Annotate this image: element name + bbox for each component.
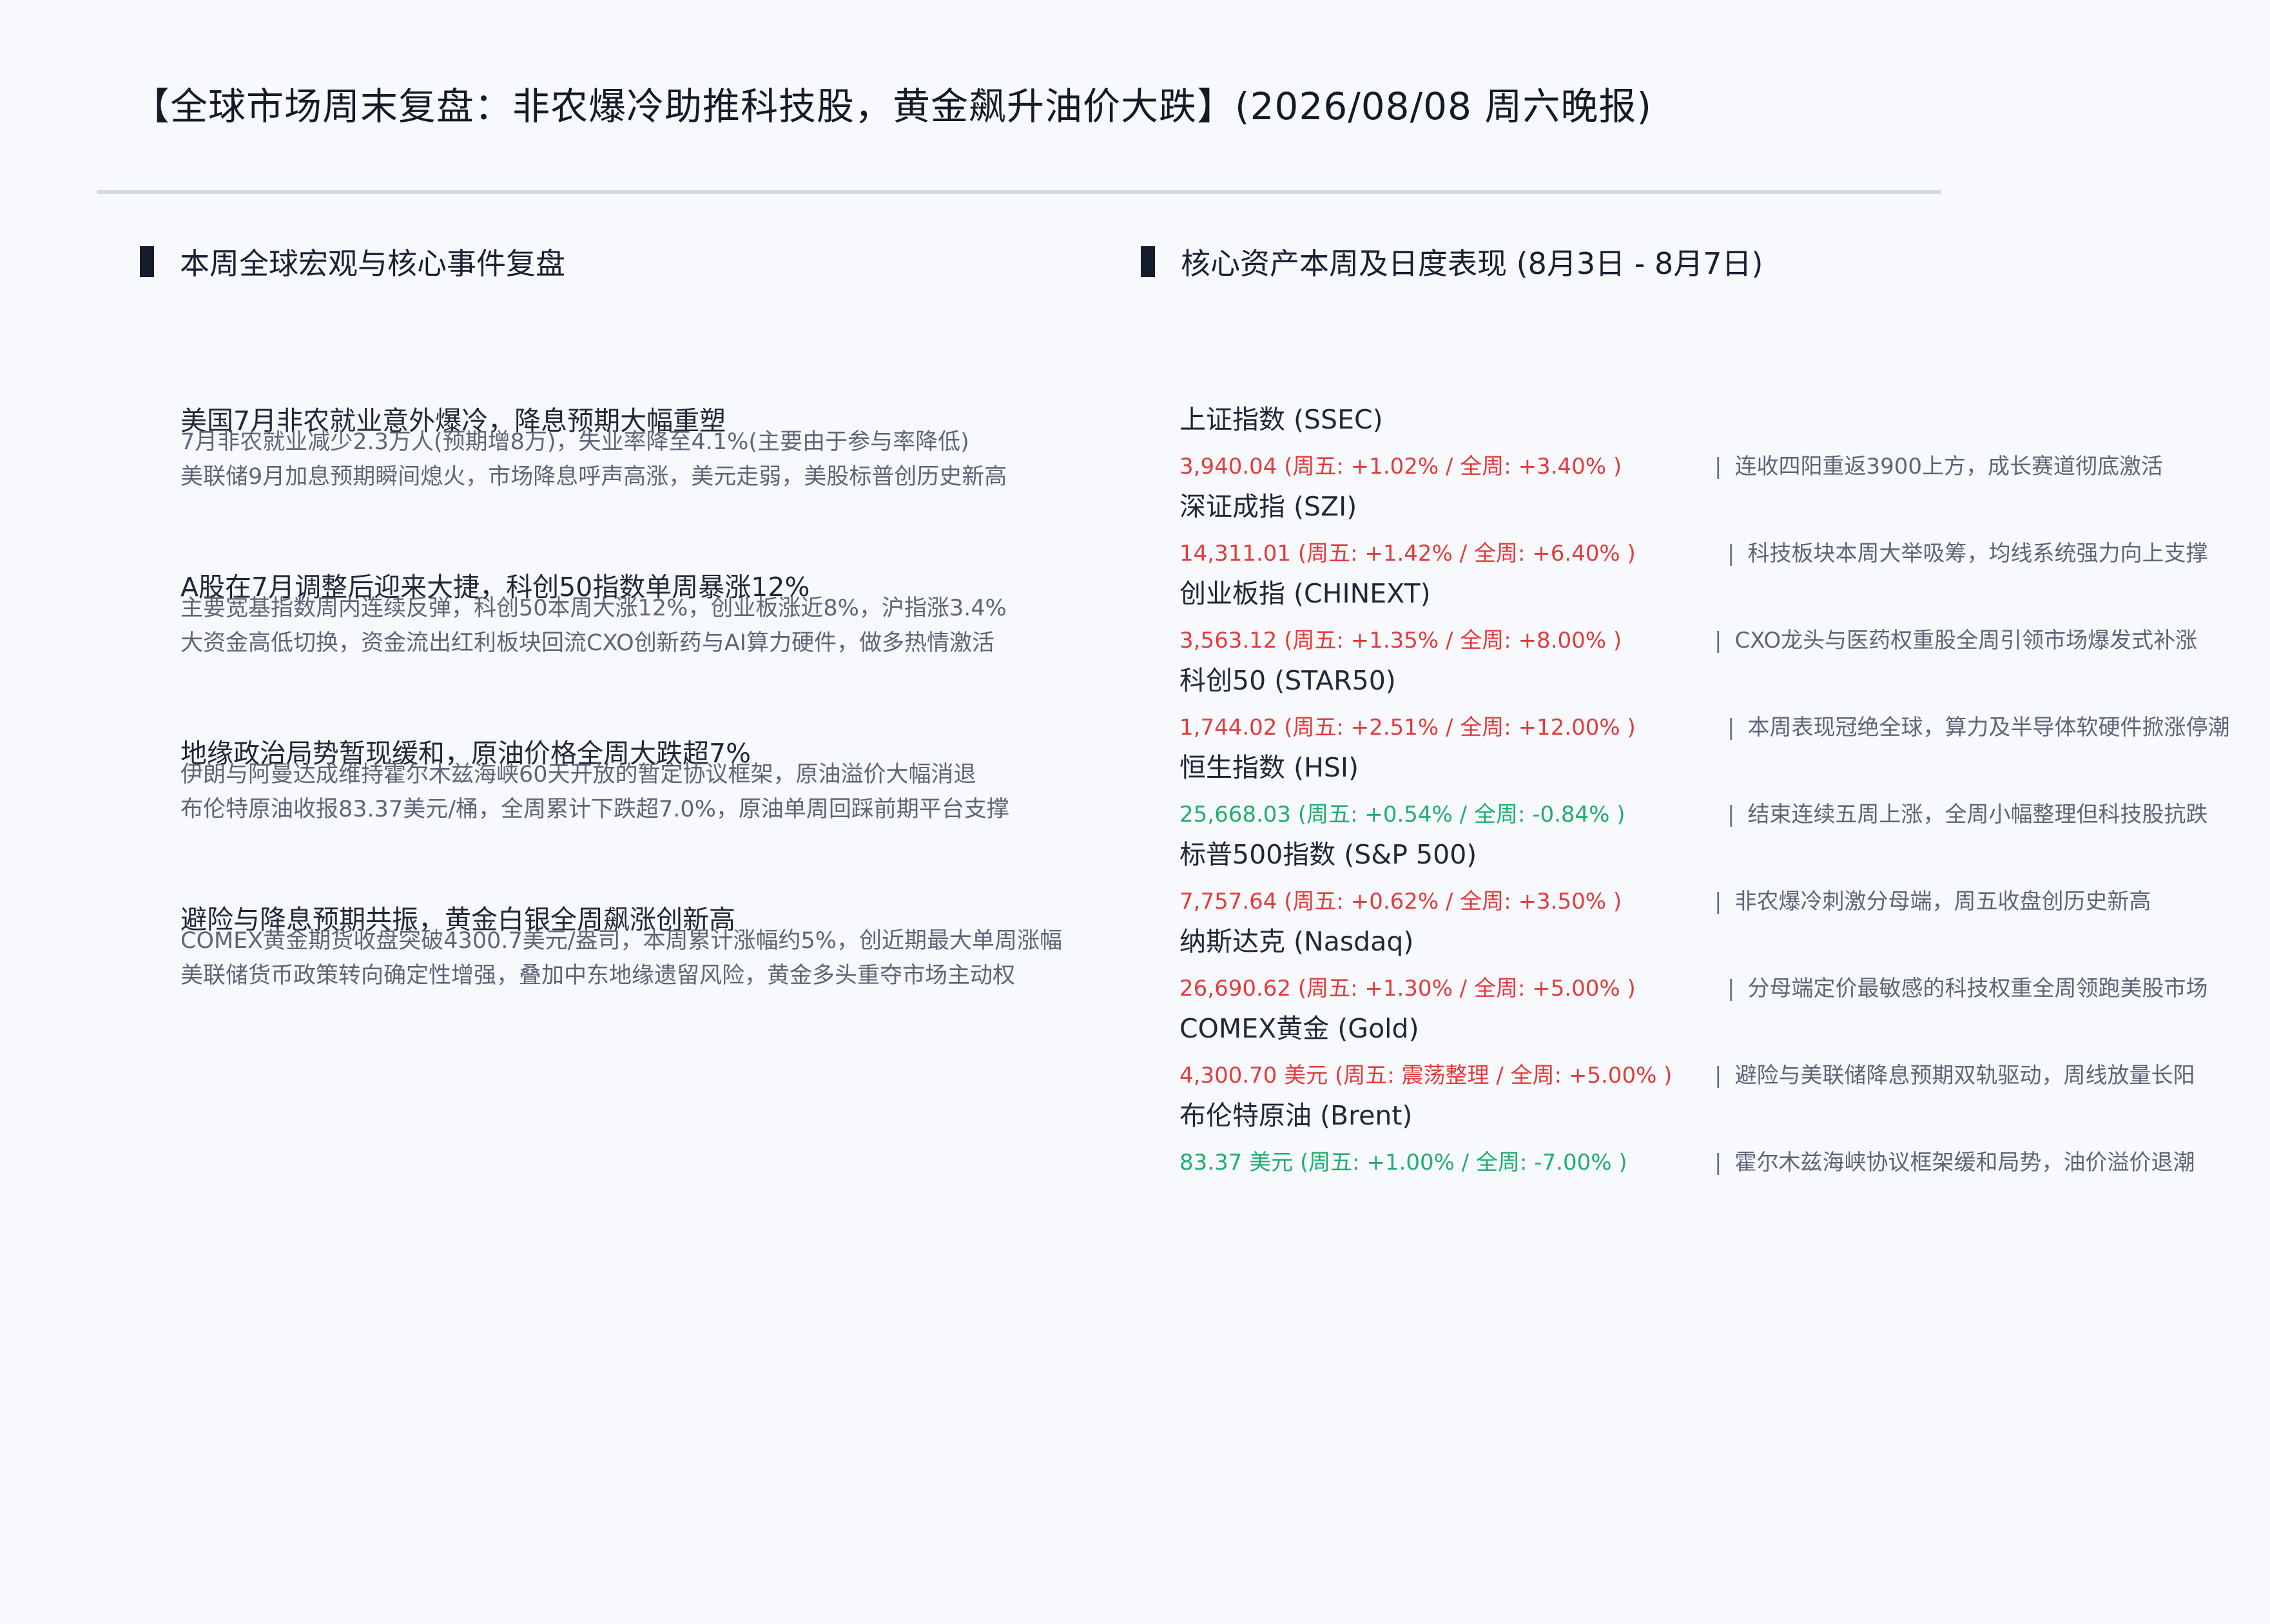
separator: |: [1714, 1150, 1722, 1175]
event-item: 美国7月非农就业意外爆冷，降息预期大幅重塑 7月非农就业减少2.3万人(预期增8…: [180, 407, 1134, 488]
separator: |: [1727, 715, 1735, 740]
asset-note-text: 避险与美联储降息预期双轨驱动，周线放量长阳: [1734, 1063, 2195, 1088]
asset-values: 14,311.01 (周五: +1.42% / 全周: +6.40% ): [1179, 541, 1636, 566]
asset-name: 创业板指 (CHINEXT): [1179, 578, 1431, 609]
event-detail: 主要宽基指数周内连续反弹，科创50本周大涨12%，创业板涨近8%，沪指涨3.4%: [180, 595, 1007, 621]
separator: |: [1727, 802, 1735, 827]
asset-item: 标普500指数 (S&P 500) 7,757.64 (周五: +0.62% /…: [1179, 840, 2262, 916]
asset-note-text: 分母端定价最敏感的科技权重全周领跑美股市场: [1747, 976, 2208, 1001]
asset-name: 科创50 (STAR50): [1179, 665, 1396, 696]
asset-note: | CXO龙头与医药权重股全周引领市场爆发式补涨: [1714, 626, 2197, 655]
asset-item: 科创50 (STAR50) 1,744.02 (周五: +2.51% / 全周:…: [1179, 666, 2262, 742]
asset-name: 标普500指数 (S&P 500): [1179, 839, 1477, 870]
asset-note: | 霍尔木兹海峡协议框架缓和局势，油价溢价退潮: [1714, 1148, 2195, 1177]
asset-item: COMEX黄金 (Gold) 4,300.70 美元 (周五: 震荡整理 / 全…: [1179, 1014, 2262, 1090]
asset-item: 纳斯达克 (Nasdaq) 26,690.62 (周五: +1.30% / 全周…: [1179, 927, 2262, 1003]
asset-note-text: 结束连续五周上涨，全周小幅整理但科技股抗跌: [1747, 802, 2208, 827]
section-marker-bar: [140, 246, 154, 277]
event-detail: 伊朗与阿曼达成维持霍尔木兹海峡60天开放的暂定协议框架，原油溢价大幅消退: [180, 762, 976, 788]
asset-values: 7,757.64 (周五: +0.62% / 全周: +3.50% ): [1179, 889, 1622, 914]
asset-values: 3,563.12 (周五: +1.35% / 全周: +8.00% ): [1179, 628, 1622, 653]
asset-item: 布伦特原油 (Brent) 83.37 美元 (周五: +1.00% / 全周:…: [1179, 1101, 2262, 1177]
event-detail: 布伦特原油收报83.37美元/桶，全周累计下跌超7.0%，原油单周回踩前期平台支…: [180, 797, 1009, 822]
asset-note-text: 科技板块本周大举吸筹，均线系统强力向上支撑: [1747, 541, 2208, 566]
asset-note: | 避险与美联储降息预期双轨驱动，周线放量长阳: [1714, 1061, 2195, 1090]
asset-name: 深证成指 (SZI): [1179, 491, 1357, 522]
asset-note: | 分母端定价最敏感的科技权重全周领跑美股市场: [1727, 974, 2207, 1003]
asset-values: 83.37 美元 (周五: +1.00% / 全周: -7.00% ): [1179, 1150, 1627, 1175]
separator: |: [1714, 889, 1722, 914]
macro-section-header: 本周全球宏观与核心事件复盘: [140, 244, 565, 281]
asset-item: 创业板指 (CHINEXT) 3,563.12 (周五: +1.35% / 全周…: [1179, 579, 2262, 655]
asset-note-text: CXO龙头与医药权重股全周引领市场爆发式补涨: [1734, 628, 2198, 653]
asset-name: 布伦特原油 (Brent): [1179, 1100, 1413, 1131]
assets-section-title: 核心资产本周及日度表现 (8月3日 - 8月7日): [1181, 246, 1763, 281]
event-item: A股在7月调整后迎来大捷，科创50指数单周暴涨12% 主要宽基指数周内连续反弹，…: [180, 574, 1134, 655]
asset-values: 25,668.03 (周五: +0.54% / 全周: -0.84% ): [1179, 802, 1625, 827]
event-item: 避险与降息预期共振，黄金白银全周飙涨创新高 COMEX黄金期货收盘突破4300.…: [180, 906, 1134, 987]
event-detail: COMEX黄金期货收盘突破4300.7美元/盎司，本周累计涨幅约5%，创近期最大…: [180, 928, 1063, 954]
asset-values: 26,690.62 (周五: +1.30% / 全周: +5.00% ): [1179, 976, 1636, 1001]
title-divider: [97, 190, 1941, 194]
event-detail: 大资金高低切换，资金流出红利板块回流CXO创新药与AI算力硬件，做多热情激活: [180, 630, 994, 656]
event-detail: 7月非农就业减少2.3万人(预期增8万)，失业率降至4.1%(主要由于参与率降低…: [180, 429, 969, 455]
asset-note-text: 非农爆冷刺激分母端，周五收盘创历史新高: [1734, 889, 2151, 914]
page-title: 【全球市场周末复盘：非农爆冷助推科技股，黄金飙升油价大跌】(2026/08/08…: [132, 84, 1652, 128]
asset-note: | 非农爆冷刺激分母端，周五收盘创历史新高: [1714, 887, 2151, 916]
asset-values: 4,300.70 美元 (周五: 震荡整理 / 全周: +5.00% ): [1179, 1063, 1673, 1088]
event-detail: 美联储9月加息预期瞬间熄火，市场降息呼声高涨，美元走弱，美股标普创历史新高: [180, 464, 1007, 490]
asset-note: | 本周表现冠绝全球，算力及半导体软硬件掀涨停潮: [1727, 713, 2229, 742]
separator: |: [1714, 454, 1722, 479]
asset-name: 上证指数 (SSEC): [1179, 404, 1383, 435]
separator: |: [1727, 976, 1735, 1001]
macro-section-title: 本周全球宏观与核心事件复盘: [180, 246, 565, 281]
separator: |: [1714, 628, 1722, 653]
asset-note-text: 连收四阳重返3900上方，成长赛道彻底激活: [1734, 454, 2163, 479]
event-detail: 美联储货币政策转向确定性增强，叠加中东地缘遗留风险，黄金多头重夺市场主动权: [180, 963, 1016, 989]
asset-note: | 结束连续五周上涨，全周小幅整理但科技股抗跌: [1727, 800, 2207, 829]
asset-name: 恒生指数 (HSI): [1179, 752, 1359, 783]
asset-note-text: 霍尔木兹海峡协议框架缓和局势，油价溢价退潮: [1734, 1150, 2195, 1175]
asset-name: 纳斯达克 (Nasdaq): [1179, 926, 1414, 957]
separator: |: [1714, 1063, 1722, 1088]
asset-name: COMEX黄金 (Gold): [1179, 1013, 1419, 1044]
asset-item: 恒生指数 (HSI) 25,668.03 (周五: +0.54% / 全周: -…: [1179, 753, 2262, 829]
asset-values: 1,744.02 (周五: +2.51% / 全周: +12.00% ): [1179, 715, 1636, 740]
asset-item: 深证成指 (SZI) 14,311.01 (周五: +1.42% / 全周: +…: [1179, 492, 2262, 568]
event-item: 地缘政治局势暂现缓和，原油价格全周大跌超7% 伊朗与阿曼达成维持霍尔木兹海峡60…: [180, 740, 1134, 821]
asset-note: | 科技板块本周大举吸筹，均线系统强力向上支撑: [1727, 539, 2207, 568]
asset-values: 3,940.04 (周五: +1.02% / 全周: +3.40% ): [1179, 454, 1622, 479]
section-marker-bar: [1141, 246, 1155, 277]
asset-item: 上证指数 (SSEC) 3,940.04 (周五: +1.02% / 全周: +…: [1179, 405, 2262, 481]
separator: |: [1727, 541, 1735, 566]
assets-section-header: 核心资产本周及日度表现 (8月3日 - 8月7日): [1141, 244, 1763, 281]
asset-note-text: 本周表现冠绝全球，算力及半导体软硬件掀涨停潮: [1747, 715, 2230, 740]
asset-note: | 连收四阳重返3900上方，成长赛道彻底激活: [1714, 452, 2163, 481]
